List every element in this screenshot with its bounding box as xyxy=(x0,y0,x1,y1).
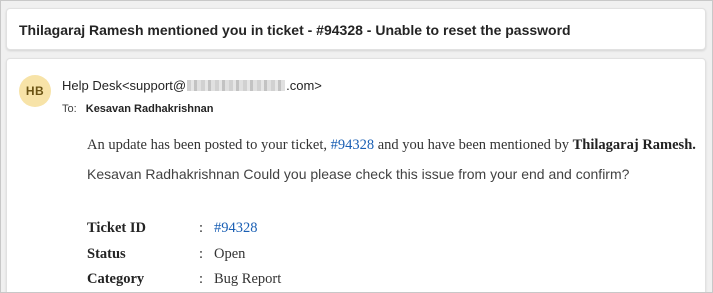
sender-email-suffix: .com> xyxy=(286,78,322,93)
mention-paragraph: Kesavan Radhakrishnan Could you please c… xyxy=(87,166,630,182)
email-reading-pane: Thilagaraj Ramesh mentioned you in ticke… xyxy=(0,0,713,293)
update-paragraph: An update has been posted to your ticket… xyxy=(87,137,696,154)
email-subject-bar: Thilagaraj Ramesh mentioned you in ticke… xyxy=(6,8,706,50)
ticket-id-row: Ticket ID: #94328 xyxy=(87,220,258,237)
category-label: Category xyxy=(87,271,145,287)
recipient-line: To: Kesavan Radhakrishnan xyxy=(62,103,214,115)
ticket-id-label: Ticket ID xyxy=(87,220,146,236)
message-card[interactable]: HB Help Desk <support@ .com> To: Kesavan… xyxy=(6,58,706,292)
sender-email-prefix: <support@ xyxy=(121,78,187,93)
category-row: Category: Bug Report xyxy=(87,271,281,288)
category-colon: : xyxy=(199,271,204,287)
recipient-name[interactable]: Kesavan Radhakrishnan xyxy=(86,103,214,115)
status-value: Open xyxy=(214,246,246,262)
mentioned-by-name: Thilagaraj Ramesh. xyxy=(572,137,696,153)
sender-name: Help Desk xyxy=(62,78,122,93)
email-subject: Thilagaraj Ramesh mentioned you in ticke… xyxy=(19,22,571,38)
to-label: To: xyxy=(62,103,77,115)
status-colon: : xyxy=(199,246,204,262)
update-text-start: An update has been posted to your ticket… xyxy=(87,137,331,153)
sender-avatar[interactable]: HB xyxy=(19,75,51,107)
status-row: Status: Open xyxy=(87,246,245,263)
ticket-link[interactable]: #94328 xyxy=(331,137,375,153)
redacted-email-domain xyxy=(187,80,286,91)
sender-line[interactable]: Help Desk <support@ .com> xyxy=(62,78,322,93)
category-value: Bug Report xyxy=(214,271,282,287)
update-text-middle: and you have been mentioned by xyxy=(374,137,573,153)
ticket-id-link[interactable]: #94328 xyxy=(214,220,258,236)
ticket-id-colon: : xyxy=(199,220,204,236)
status-label: Status xyxy=(87,246,126,262)
